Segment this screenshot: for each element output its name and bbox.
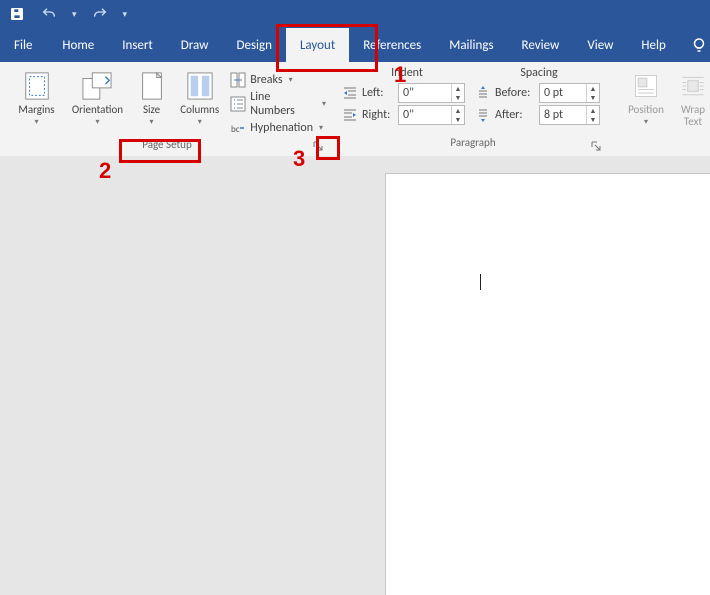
chevron-down-icon: ▾	[322, 99, 326, 109]
tab-review[interactable]: Review	[508, 28, 574, 62]
spacing-before-value: 0 pt	[540, 86, 586, 100]
document-page[interactable]	[386, 174, 710, 595]
spacing-before-label: Before:	[495, 86, 535, 100]
line-numbers-icon	[230, 96, 246, 112]
chevron-down-icon: ▾	[150, 118, 154, 126]
margins-button[interactable]: Margins ▾	[8, 66, 65, 126]
indent-left-input[interactable]: 0" ▲▼	[398, 83, 465, 103]
spinner-up-icon[interactable]: ▲	[587, 106, 599, 115]
orientation-icon	[81, 70, 113, 102]
undo-button[interactable]	[40, 5, 58, 23]
page-setup-dialog-launcher[interactable]	[310, 138, 326, 154]
position-button: Position ▾	[620, 66, 672, 126]
line-numbers-button[interactable]: Line Numbers ▾	[230, 94, 326, 114]
tab-insert[interactable]: Insert	[108, 28, 167, 62]
chevron-down-icon: ▾	[198, 118, 202, 126]
spacing-after-label: After:	[495, 108, 535, 122]
spinner-down-icon[interactable]: ▼	[587, 93, 599, 102]
spacing-after-input[interactable]: 8 pt ▲▼	[539, 105, 600, 125]
columns-icon	[186, 70, 214, 102]
text-cursor	[480, 274, 481, 290]
spacing-before-icon	[475, 85, 491, 101]
tab-mailings[interactable]: Mailings	[435, 28, 507, 62]
group-arrange: Position ▾ WrapText	[612, 62, 710, 156]
indent-left-icon	[342, 85, 358, 101]
spacing-before-input[interactable]: 0 pt ▲▼	[539, 83, 600, 103]
page-setup-group-title: Page Setup	[142, 138, 191, 151]
columns-button[interactable]: Columns ▾	[173, 66, 226, 126]
spinner-up-icon[interactable]: ▲	[452, 84, 464, 93]
orientation-label: Orientation	[72, 104, 123, 116]
size-label: Size	[143, 104, 160, 116]
indent-right-value: 0"	[399, 108, 451, 122]
breaks-button[interactable]: Breaks ▾	[230, 70, 326, 90]
undo-dropdown-icon[interactable]: ▾	[72, 9, 77, 20]
spacing-after-value: 8 pt	[540, 108, 586, 122]
tab-file[interactable]: File	[8, 28, 48, 62]
margins-icon	[22, 70, 52, 102]
indent-right-icon	[342, 107, 358, 123]
spinner-down-icon[interactable]: ▼	[452, 93, 464, 102]
svg-text:bc: bc	[231, 124, 240, 135]
group-paragraph: Indent Spacing Left: 0" ▲▼	[334, 62, 612, 156]
paragraph-dialog-launcher[interactable]	[588, 138, 604, 154]
size-icon	[139, 70, 165, 102]
indent-left-label: Left:	[362, 86, 394, 100]
wrap-text-icon	[679, 70, 707, 102]
tab-view[interactable]: View	[573, 28, 627, 62]
chevron-down-icon: ▾	[35, 118, 39, 126]
paragraph-group-title: Paragraph	[450, 136, 495, 149]
group-page-setup: Margins ▾ Orientation ▾ Size ▾	[0, 62, 334, 156]
orientation-button[interactable]: Orientation ▾	[65, 66, 130, 126]
spinner-down-icon[interactable]: ▼	[587, 115, 599, 124]
chevron-down-icon: ▾	[95, 118, 99, 126]
margins-label: Margins	[18, 104, 54, 116]
spacing-header: Spacing	[472, 66, 606, 80]
chevron-down-icon: ▾	[319, 123, 323, 133]
ribbon-tabs: File Home Insert Draw Design Layout Refe…	[0, 28, 710, 62]
tab-design[interactable]: Design	[222, 28, 285, 62]
tab-draw[interactable]: Draw	[167, 28, 223, 62]
quick-access-toolbar: ▾ ▾	[0, 0, 710, 28]
save-button[interactable]	[8, 5, 26, 23]
size-button[interactable]: Size ▾	[130, 66, 173, 126]
position-label: Position	[628, 104, 664, 116]
tab-references[interactable]: References	[349, 28, 435, 62]
app-window: ▾ ▾ File Home Insert Draw Design Layout …	[0, 0, 710, 595]
breaks-label: Breaks	[250, 73, 282, 87]
tab-layout[interactable]: Layout	[286, 28, 349, 62]
chevron-down-icon: ▾	[644, 118, 648, 126]
hyphenation-icon: bc	[230, 120, 246, 136]
customize-qat-icon[interactable]: ▾	[123, 9, 128, 20]
tab-help[interactable]: Help	[627, 28, 679, 62]
indent-right-label: Right:	[362, 108, 394, 122]
hyphenation-label: Hyphenation	[250, 121, 313, 135]
wrap-text-label: WrapText	[681, 104, 705, 128]
ribbon: Margins ▾ Orientation ▾ Size ▾	[0, 62, 710, 157]
redo-button[interactable]	[91, 5, 109, 23]
chevron-down-icon: ▾	[289, 75, 293, 85]
spinner-up-icon[interactable]: ▲	[452, 106, 464, 115]
spinner-down-icon[interactable]: ▼	[452, 115, 464, 124]
hyphenation-button[interactable]: bc Hyphenation ▾	[230, 118, 326, 138]
indent-left-value: 0"	[399, 86, 451, 100]
breaks-icon	[230, 72, 246, 88]
tell-me-icon[interactable]	[680, 36, 710, 54]
line-numbers-label: Line Numbers	[250, 90, 316, 118]
columns-label: Columns	[180, 104, 219, 116]
spinner-up-icon[interactable]: ▲	[587, 84, 599, 93]
wrap-text-button: WrapText	[672, 66, 710, 128]
document-workspace[interactable]	[0, 156, 710, 595]
position-icon	[632, 70, 660, 102]
spacing-after-icon	[475, 107, 491, 123]
indent-header: Indent	[342, 66, 472, 80]
tab-home[interactable]: Home	[48, 28, 108, 62]
indent-right-input[interactable]: 0" ▲▼	[398, 105, 465, 125]
